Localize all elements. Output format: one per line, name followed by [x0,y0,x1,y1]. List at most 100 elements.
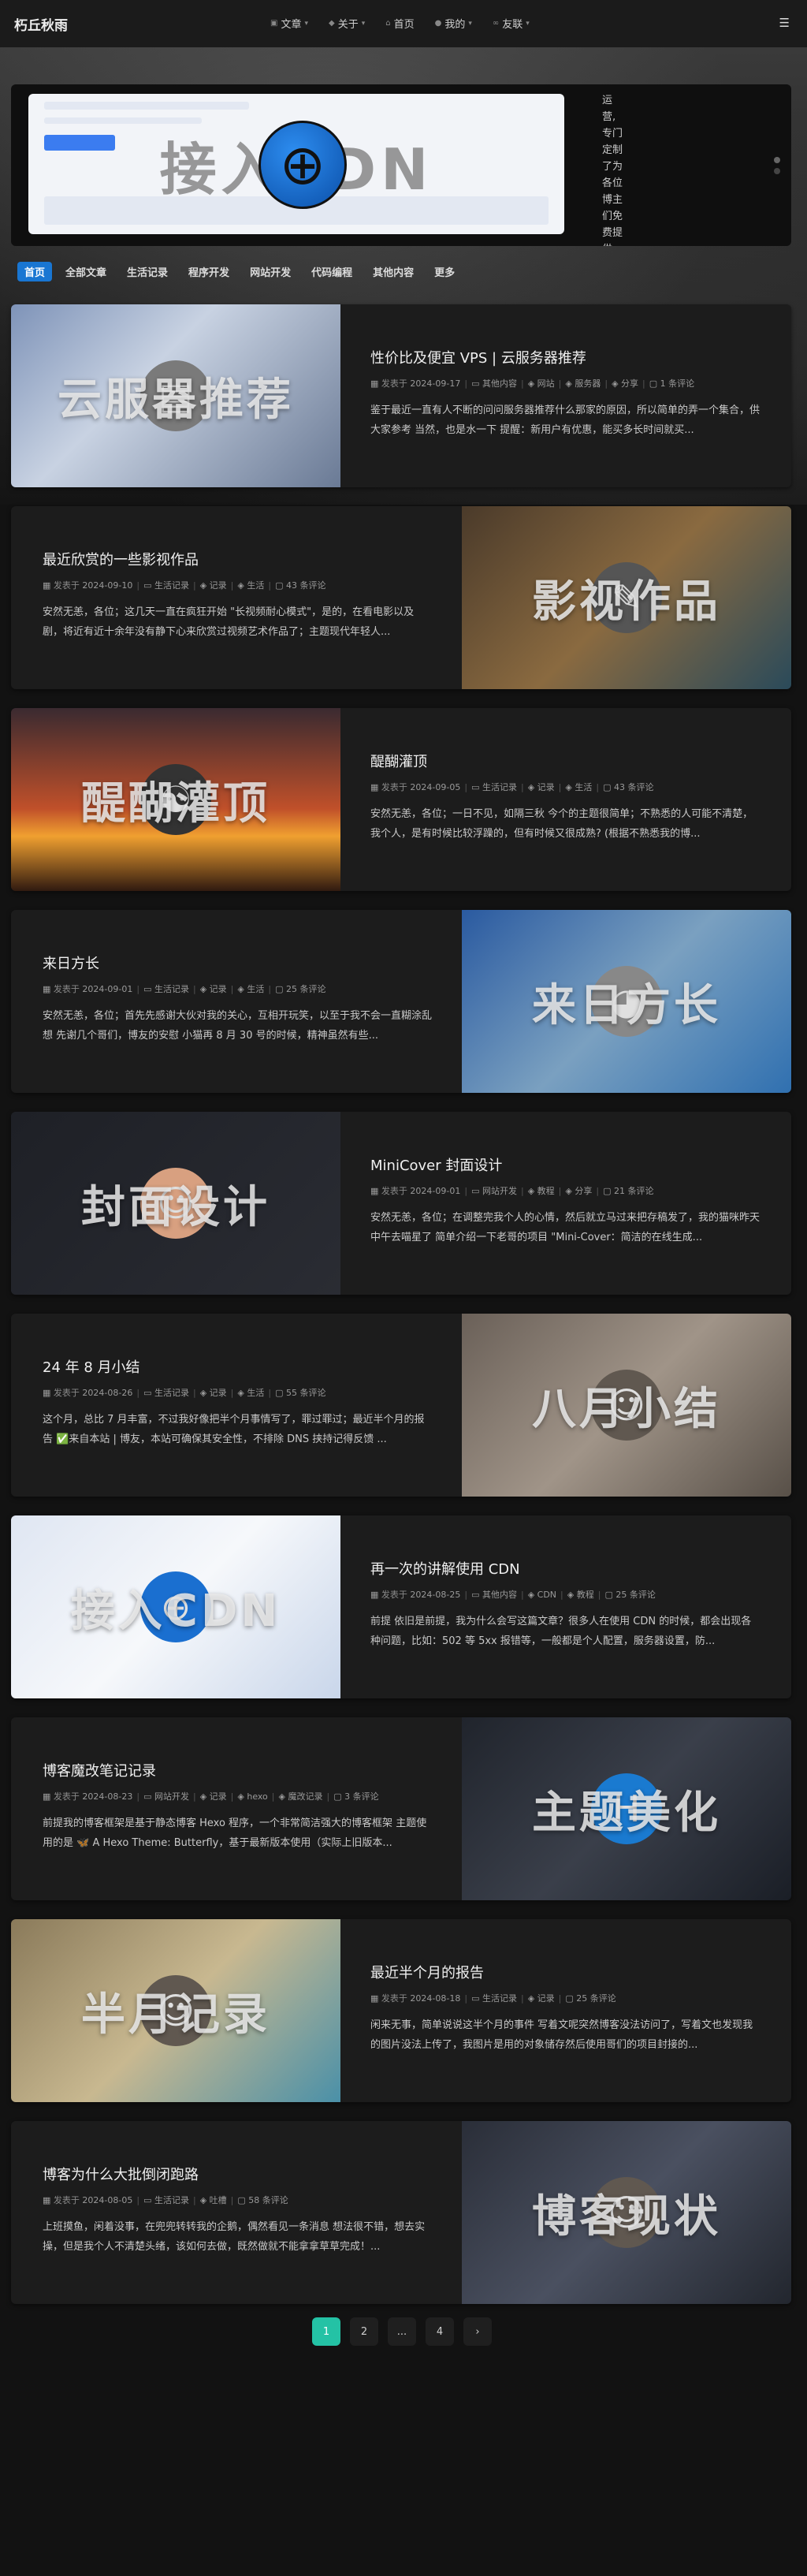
post-tag[interactable]: 记录 [537,1993,555,2004]
page-button[interactable]: 2 [350,2317,378,2346]
post-thumbnail[interactable]: ◕ 来日方长 [462,910,791,1093]
post-comments[interactable]: 25 条评论 [286,984,326,994]
nav-item-about[interactable]: ◆ 关于 ▾ [329,16,365,31]
post-date: 2024-08-26 [82,1388,133,1398]
post-card[interactable]: ☺ 八月小结 24 年 8 月小结 ▦ 发表于 2024-08-26 | ▭ 生活记录 | ◈… [11,1314,791,1497]
post-info: 再一次的讲解使用 CDN ▦ 发表于 2024-08-25 | ▭ 其他内容 | ◈ CD… [370,1515,788,1698]
post-card[interactable]: H 主题美化 博客魔改笔记记录 ▦ 发表于 2024-08-23 | ▭ 网站开发 | ◈ 记… [11,1717,791,1900]
post-category[interactable]: 生活记录 [154,984,189,994]
post-category[interactable]: 其他内容 [482,378,517,389]
post-thumbnail[interactable]: H 主题美化 [462,1717,791,1900]
post-tag[interactable]: 生活 [247,1388,264,1398]
post-card[interactable]: ☺ 半月记录 最近半个月的报告 ▦ 发表于 2024-08-18 | ▭ 生活记录 | ◈ 记… [11,1919,791,2102]
category-more[interactable]: 更多 [427,262,462,281]
post-tag[interactable]: 生活 [247,580,264,591]
post-card[interactable]: ⊕ 接入CDN 再一次的讲解使用 CDN ▦ 发表于 2024-08-25 | ▭ 其他内… [11,1515,791,1698]
category-program[interactable]: 程序开发 [181,262,236,281]
post-card[interactable]: ☺ 博客现状 博客为什么大批倒闭跑路 ▦ 发表于 2024-08-05 | ▭ 生活记录 |… [11,2121,791,2304]
tag-icon: ◈ [199,984,207,994]
post-card[interactable]: ☯ 醍醐灌顶 醍醐灌顶 ▦ 发表于 2024-09-05 | ▭ 生活记录 | ◈ 记录 | ◈ … [11,708,791,891]
post-title[interactable]: 性价比及便宜 VPS | 云服务器推荐 [370,347,586,367]
page-button[interactable]: 4 [426,2317,454,2346]
category-home[interactable]: 首页 [17,262,53,281]
category-other[interactable]: 其他内容 [366,262,421,281]
nav-item-friends[interactable]: ∞ 友联 ▾ [493,16,530,31]
post-title[interactable]: 再一次的讲解使用 CDN [370,1558,520,1579]
category-web[interactable]: 网站开发 [243,262,298,281]
post-category[interactable]: 生活记录 [482,782,517,792]
comment-icon: ▢ [275,984,284,994]
post-thumbnail[interactable]: ☺ 博客现状 [462,2121,791,2304]
post-tag[interactable]: 魔改记录 [288,1791,322,1802]
tag-icon: ◈ [199,1388,207,1398]
post-comments[interactable]: 25 条评论 [576,1993,616,2004]
nav-item-home[interactable]: ⌂ 首页 [385,16,414,31]
post-excerpt: 闲来无事，简单说说这半个月的事件 写着文呢突然博客没法访问了，写着文也发现我的图… [370,2019,753,2051]
category-all-articles[interactable]: 全部文章 [58,262,113,281]
nav-item-articles[interactable]: ▣ 文章 ▾ [270,16,308,31]
post-title[interactable]: 最近欣赏的一些影视作品 [43,549,199,569]
post-tag[interactable]: 服务器 [575,378,601,389]
post-thumbnail[interactable]: ☺ 八月小结 [462,1314,791,1497]
post-thumbnail[interactable]: ⊕ 接入CDN [11,1515,340,1698]
post-comments[interactable]: 1 条评论 [660,378,695,389]
post-comments[interactable]: 43 条评论 [286,580,326,591]
post-category[interactable]: 生活记录 [154,2195,189,2205]
post-category[interactable]: 网站开发 [482,1186,517,1196]
post-comments[interactable]: 3 条评论 [344,1791,379,1802]
folder-icon: ▭ [143,580,152,591]
post-thumbnail[interactable]: ☯ 醍醐灌顶 [11,708,340,891]
post-card[interactable]: ✎ 影视作品 最近欣赏的一些影视作品 ▦ 发表于 2024-09-10 | ▭ 生活记录 |… [11,506,791,689]
post-category[interactable]: 其他内容 [482,1590,517,1600]
post-title[interactable]: 博客为什么大批倒闭跑路 [43,2164,199,2184]
post-title[interactable]: 博客魔改笔记记录 [43,1760,156,1780]
category-life[interactable]: 生活记录 [120,262,175,281]
post-comments[interactable]: 21 条评论 [614,1186,654,1196]
post-tag[interactable]: hexo [247,1791,267,1802]
post-title[interactable]: 醍醐灌顶 [370,751,427,771]
post-comments[interactable]: 25 条评论 [615,1590,656,1600]
site-brand[interactable]: 朽丘秋雨 [14,14,68,34]
post-card[interactable]: ▤ 云服器推荐 性价比及便宜 VPS | 云服务器推荐 ▦ 发表于 2024-09-1… [11,304,791,487]
post-category[interactable]: 网站开发 [154,1791,189,1802]
post-tag[interactable]: 生活 [575,782,592,792]
post-card[interactable]: ◕ 来日方长 来日方长 ▦ 发表于 2024-09-01 | ▭ 生活记录 | ◈ 记录 | ◈ … [11,910,791,1093]
post-title[interactable]: 最近半个月的报告 [370,1962,484,1982]
post-tag[interactable]: 网站 [537,378,555,389]
post-thumbnail[interactable]: ✎ 影视作品 [462,506,791,689]
featured-banner[interactable]: 接入CDN ⊕ 运营,专门定制了为各位博主们免费提供CD [11,84,791,246]
post-title[interactable]: 24 年 8 月小结 [43,1356,140,1377]
post-title[interactable]: MiniCover 封面设计 [370,1154,502,1175]
page-button-current[interactable]: 1 [312,2317,340,2346]
post-card[interactable]: ☺ 封面设计 MiniCover 封面设计 ▦ 发表于 2024-09-01 | ▭ 网站… [11,1112,791,1295]
post-tag[interactable]: 教程 [577,1590,594,1600]
post-comments[interactable]: 55 条评论 [286,1388,326,1398]
post-tag[interactable]: 记录 [210,1388,227,1398]
post-thumbnail[interactable]: ☺ 封面设计 [11,1112,340,1295]
post-tag[interactable]: 生活 [247,984,264,994]
nav-item-mine[interactable]: ● 我的 ▾ [435,16,472,31]
post-comments[interactable]: 43 条评论 [614,782,654,792]
post-tag[interactable]: 记录 [210,1791,227,1802]
post-tag[interactable]: 记录 [537,782,555,792]
category-code[interactable]: 代码编程 [304,262,359,281]
post-category[interactable]: 生活记录 [482,1993,517,2004]
next-page-icon[interactable]: › [463,2317,492,2346]
post-thumbnail[interactable]: ▤ 云服器推荐 [11,304,340,487]
menu-toggle-icon[interactable]: ☰ [779,16,790,30]
post-category[interactable]: 生活记录 [154,580,189,591]
post-comments[interactable]: 58 条评论 [248,2195,288,2205]
post-title[interactable]: 来日方长 [43,952,99,973]
post-tag[interactable]: 记录 [210,580,227,591]
post-tag[interactable]: 分享 [575,1186,592,1196]
carousel-dot[interactable] [774,168,780,174]
carousel-dot[interactable] [774,157,780,163]
post-tag[interactable]: 教程 [537,1186,555,1196]
post-tag[interactable]: 吐槽 [210,2195,227,2205]
post-thumbnail[interactable]: ☺ 半月记录 [11,1919,340,2102]
post-tag[interactable]: 分享 [621,378,638,389]
post-tag[interactable]: CDN [537,1590,556,1600]
post-meta: ▦ 发表于 2024-09-01 | ▭ 网站开发 | ◈ 教程 | ◈ 分享 | ▢ 21 条… [370,1186,654,1196]
post-category[interactable]: 生活记录 [154,1388,189,1398]
post-tag[interactable]: 记录 [210,984,227,994]
